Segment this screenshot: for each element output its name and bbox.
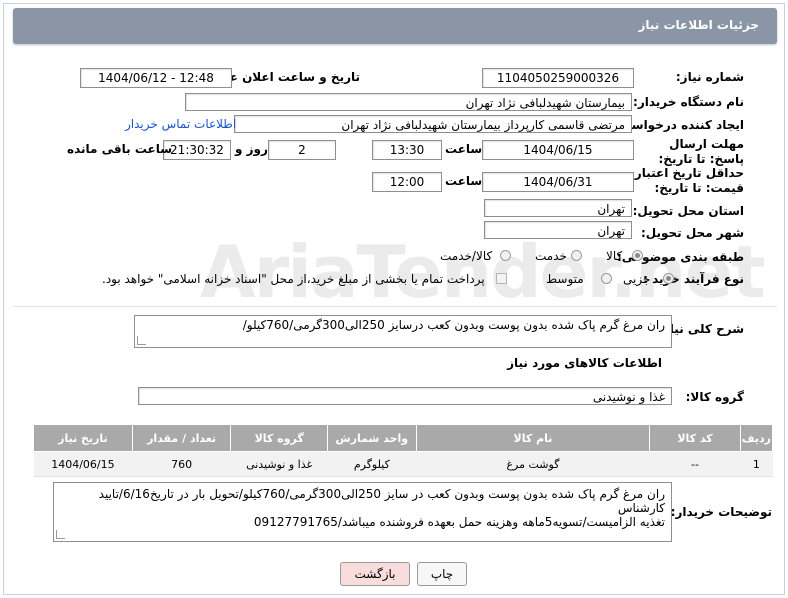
goods-group-field: غذا و نوشیدنی [138,387,672,405]
province-label: استان محل تحویل: [632,204,744,218]
deadline-label: مهلت ارسال پاسخ: تا تاریخ: [658,137,745,166]
col-code: کد کالا [649,424,741,452]
back-button[interactable]: بازگشت [340,562,410,586]
panel-title-bar: جزئیات اطلاعات نیاز [13,8,777,44]
province-field: تهران [484,199,632,217]
panel-title: جزئیات اطلاعات نیاز [638,18,759,32]
category-option-goods-service: کالا/خدمت [440,249,493,263]
cell-date: 1404/06/15 [33,451,133,477]
buyer-notes-line-1: ران مرغ گرم پاک شده بدون پوست وبدون کعب … [98,487,665,515]
description-text: ران مرغ گرم پاک شده بدون پوست وبدون کعب … [242,318,665,332]
col-date: تاریخ نیاز [33,424,133,452]
goods-group-label: گروه کالا: [685,390,744,404]
validity-date-field: 1404/06/31 [482,172,634,192]
process-option-medium: متوسط [546,272,584,286]
validity-label: حداقل تاریخ اعتبار قیمت: تا تاریخ: [634,166,744,195]
city-field: تهران [484,221,632,239]
divider [13,306,777,307]
need-number-label: شماره نیاز: [675,70,744,84]
category-option-goods: کالا [606,249,623,263]
goods-section-title: اطلاعات کالاهای مورد نیاز [507,356,662,370]
requester-field: مرتضی قاسمی کارپرداز بیمارستان شهیدلبافی… [234,115,632,133]
treasury-payment-note: پرداخت تمام یا بخشی از مبلغ خرید،از محل … [102,272,485,286]
resize-grip-icon[interactable] [137,336,146,345]
category-radio-goods-service[interactable] [500,250,511,261]
buyer-notes-label: توضیحات خریدار: [670,505,772,519]
process-radio-medium[interactable] [601,273,612,284]
deadline-date-field: 1404/06/15 [482,140,634,160]
remaining-time-field: 21:30:32 [163,140,231,160]
goods-table-header: ردیف کد کالا نام کالا واحد شمارش گروه کا… [33,424,774,452]
deadline-time-field: 13:30 [372,140,442,160]
announce-field: 1404/06/12 - 12:48 [80,68,232,88]
cell-group: غذا و نوشیدنی [230,451,328,477]
cell-quantity: 760 [132,451,231,477]
print-button[interactable]: چاپ [417,562,467,586]
buyer-notes-textarea[interactable]: ران مرغ گرم پاک شده بدون پوست وبدون کعب … [53,482,672,542]
process-radio-minor[interactable] [663,273,674,284]
col-row: ردیف [739,424,774,452]
table-row: 1 -- گوشت مرغ کیلوگرم غذا و نوشیدنی 760 … [33,451,773,477]
col-name: نام کالا [415,424,651,452]
category-radio-goods[interactable] [632,250,643,261]
cell-unit: کیلوگرم [327,451,417,477]
validity-time-label: ساعت [445,174,483,188]
city-label: شهر محل تحویل: [640,226,744,240]
col-quantity: تعداد / مقدار [131,424,232,452]
remaining-time-label: ساعت باقی مانده [67,142,173,156]
col-unit: واحد شمارش [326,424,417,452]
category-radio-service[interactable] [571,250,582,261]
resize-grip-icon[interactable] [56,530,65,539]
cell-code: -- [649,451,741,477]
need-number-field: 1104050259000326 [482,68,634,88]
col-group: گروه کالا [230,424,328,452]
cell-row: 1 [740,451,773,477]
buyer-org-label: نام دستگاه خریدار: [633,95,744,109]
treasury-payment-checkbox[interactable] [496,273,507,284]
process-option-minor: جزیی [623,272,651,286]
remaining-days-field: 2 [268,140,336,160]
remaining-days-label: روز و [235,142,268,156]
requester-label: ایجاد کننده درخواست: [614,118,744,132]
cell-name: گوشت مرغ [416,451,650,477]
buyer-notes-line-2: تغذیه الزامیست/تسویه5ماهه وهزینه حمل بعه… [253,515,665,529]
buyer-org-field: بیمارستان شهیدلبافی نژاد تهران [185,93,632,111]
category-option-service: خدمت [535,249,567,263]
description-textarea[interactable]: ران مرغ گرم پاک شده بدون پوست وبدون کعب … [134,315,672,348]
process-label: نوع فرآیند خرید : [643,272,744,286]
buyer-contact-link[interactable]: اطلاعات تماس خریدار [125,117,236,131]
goods-table: ردیف کد کالا نام کالا واحد شمارش گروه کا… [33,424,774,477]
validity-time-field: 12:00 [372,172,442,192]
deadline-time-label: ساعت [445,142,483,156]
